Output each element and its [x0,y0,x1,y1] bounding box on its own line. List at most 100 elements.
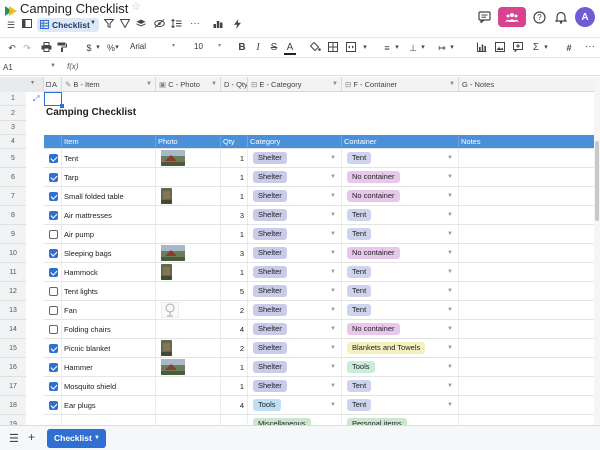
photo-cell[interactable] [156,339,221,357]
photo-cell[interactable] [156,358,221,376]
photo-thumbnail[interactable] [161,340,172,356]
category-chevron-down-icon[interactable]: ▼ [330,339,336,357]
notes-cell[interactable] [459,225,600,243]
item-cell[interactable]: Air pump [62,225,156,243]
container-cell[interactable]: Tent ▼ [342,377,459,395]
category-chevron-down-icon[interactable]: ▼ [330,377,336,395]
title-chevron-down-icon[interactable]: ⌄ [116,2,124,13]
sheet-tab-checklist[interactable]: Checklist ▼ [47,429,106,448]
container-chevron-down-icon[interactable]: ▼ [447,168,453,186]
check-cell[interactable] [44,244,62,262]
checkbox-checked[interactable] [49,401,58,410]
container-cell[interactable]: Tools ▼ [342,358,459,376]
bold-icon[interactable]: B [236,42,248,54]
cell-ref-chevron-down-icon[interactable]: ▼ [50,63,56,69]
notes-cell[interactable] [459,187,600,205]
functions-sigma-icon[interactable]: Σ [530,42,542,54]
qty-cell[interactable]: 1 [221,149,248,167]
document-title[interactable]: Camping Checklist [20,1,128,17]
checkbox-unchecked[interactable] [49,287,58,296]
row-number[interactable]: 14 [0,320,26,339]
notes-cell[interactable] [459,377,600,395]
check-cell[interactable] [44,377,62,395]
valign-chevron-down-icon[interactable]: ▾ [419,42,427,54]
photo-cell[interactable] [156,415,221,425]
category-cell[interactable]: Shelter ▼ [248,358,342,376]
category-cell[interactable]: Shelter ▼ [248,282,342,300]
container-cell[interactable]: Tent ▼ [342,206,459,224]
notes-cell[interactable] [459,415,600,425]
photo-cell[interactable] [156,396,221,414]
check-cell[interactable] [44,187,62,205]
selected-cell-a1[interactable] [44,92,64,108]
column-b-chevron-down-icon[interactable]: ▼ [146,77,152,92]
container-cell[interactable]: Tent ▼ [342,301,459,319]
row-number[interactable]: 2 [0,106,26,121]
photo-cell[interactable] [156,149,221,167]
row-number[interactable]: 10 [0,244,26,263]
qty-cell[interactable]: 3 [221,244,248,262]
row-number[interactable]: 11 [0,263,26,282]
row-number[interactable]: 3 [0,121,26,135]
qty-cell[interactable]: 1 [221,225,248,243]
row-number[interactable]: 1 [0,92,26,106]
check-cell[interactable] [44,358,62,376]
column-header-b[interactable]: ✎ B - Item ▼ [62,77,156,92]
container-cell[interactable]: Tent ▼ [342,225,459,243]
qty-cell[interactable]: 3 [221,206,248,224]
item-cell[interactable]: Folding chairs [62,320,156,338]
vertical-align-icon[interactable]: ⊥ [407,42,419,54]
category-chevron-down-icon[interactable]: ▼ [330,225,336,243]
header-qty[interactable]: Qty [221,135,248,148]
checkbox-checked[interactable] [49,382,58,391]
container-chevron-down-icon[interactable]: ▼ [447,187,453,205]
item-cell[interactable]: Sleeping bags [62,244,156,262]
row-number[interactable]: 8 [0,206,26,225]
notes-cell[interactable] [459,396,600,414]
layers-icon[interactable] [135,19,147,31]
category-chevron-down-icon[interactable]: ▼ [330,282,336,300]
insert-comment-icon[interactable] [512,42,524,54]
category-cell[interactable]: Shelter ▼ [248,301,342,319]
check-cell[interactable] [44,282,62,300]
number-chevron-down-icon[interactable]: ▾ [113,42,121,54]
hide-fields-icon[interactable] [153,19,165,31]
container-chevron-down-icon[interactable]: ▼ [447,358,453,376]
item-cell[interactable]: Air mattresses [62,206,156,224]
category-cell[interactable]: Shelter ▼ [248,149,342,167]
notes-cell[interactable] [459,168,600,186]
column-header-c[interactable]: ▣ C - Photo ▼ [156,77,221,92]
check-cell[interactable] [44,149,62,167]
category-cell[interactable]: Shelter ▼ [248,187,342,205]
checkbox-checked[interactable] [49,173,58,182]
formula-input[interactable] [84,59,600,75]
row-number[interactable]: 12 [0,282,26,301]
notes-cell[interactable] [459,301,600,319]
category-chevron-down-icon[interactable]: ▼ [330,396,336,414]
chart-icon[interactable] [212,19,224,31]
container-cell[interactable]: Tent ▼ [342,282,459,300]
item-cell[interactable]: Tent [62,149,156,167]
photo-cell[interactable] [156,225,221,243]
category-cell[interactable]: Shelter ▼ [248,225,342,243]
container-chevron-down-icon[interactable]: ▼ [447,396,453,414]
horizontal-align-icon[interactable]: ≡ [381,42,393,54]
container-cell[interactable]: No container ▼ [342,320,459,338]
checkbox-unchecked[interactable] [49,230,58,239]
container-cell[interactable]: No container ▼ [342,244,459,262]
notes-cell[interactable] [459,263,600,281]
category-chevron-down-icon[interactable]: ▼ [330,206,336,224]
checkbox-checked[interactable] [49,154,58,163]
currency-chevron-down-icon[interactable]: ▾ [94,42,102,54]
header-category[interactable]: Category [248,135,342,148]
header-item[interactable]: Item [62,135,156,148]
checkbox-checked[interactable] [49,268,58,277]
photo-thumbnail[interactable] [161,150,185,166]
insert-chart-icon[interactable] [476,42,488,54]
column-header-f[interactable]: ⊟ F - Container ▼ [342,77,459,92]
item-cell[interactable] [62,415,156,425]
category-chevron-down-icon[interactable]: ▼ [330,149,336,167]
notes-cell[interactable] [459,339,600,357]
notes-cell[interactable] [459,320,600,338]
text-color-icon[interactable]: A [284,42,296,55]
